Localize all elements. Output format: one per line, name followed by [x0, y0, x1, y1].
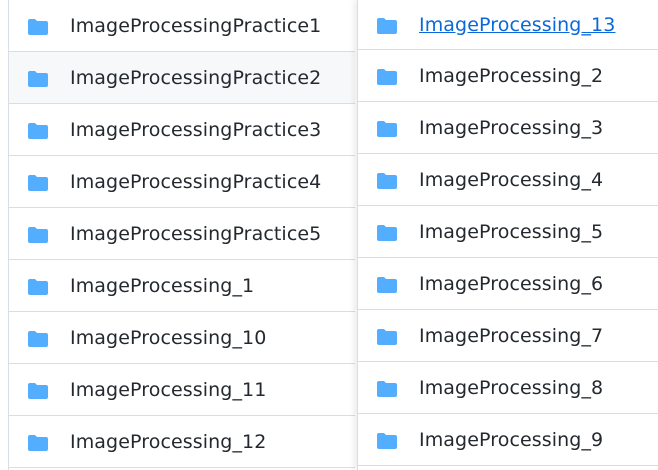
folder-link[interactable]: ImageProcessing_12: [70, 431, 266, 453]
list-item[interactable]: ImageProcessing_12: [9, 416, 355, 468]
folder-icon: [377, 380, 397, 397]
list-item[interactable]: ImageProcessing_11: [9, 364, 355, 416]
folder-icon: [377, 224, 397, 241]
list-item[interactable]: ImageProcessing_6: [358, 258, 658, 310]
list-item[interactable]: ImageProcessing_1: [9, 260, 355, 312]
folder-link[interactable]: ImageProcessing_10: [70, 327, 266, 349]
list-item[interactable]: ImageProcessing_10: [9, 312, 355, 364]
folder-icon: [28, 434, 48, 451]
folder-icon: [377, 68, 397, 85]
folder-link[interactable]: ImageProcessing_4: [419, 169, 603, 191]
folder-icon: [28, 226, 48, 243]
right-file-list: ImageProcessing_13 ImageProcessing_2 Ima…: [357, 0, 658, 470]
folder-link[interactable]: ImageProcessing_9: [419, 429, 603, 451]
left-file-list: ImageProcessingPractice1 ImageProcessing…: [8, 0, 355, 470]
folder-icon: [377, 328, 397, 345]
folder-icon: [28, 174, 48, 191]
folder-link[interactable]: ImageProcessingPractice2: [70, 67, 321, 89]
folder-icon: [28, 122, 48, 139]
folder-icon: [28, 382, 48, 399]
list-item[interactable]: ImageProcessing_8: [358, 362, 658, 414]
list-item[interactable]: ImageProcessingPractice4: [9, 156, 355, 208]
folder-link[interactable]: ImageProcessing_13: [419, 14, 615, 36]
list-item[interactable]: ImageProcessing_7: [358, 310, 658, 362]
list-item[interactable]: ImageProcessing_4: [358, 154, 658, 206]
list-item[interactable]: ImageProcessingPractice1: [9, 0, 355, 52]
list-item[interactable]: ImageProcessing_3: [358, 102, 658, 154]
folder-link[interactable]: ImageProcessing_7: [419, 325, 603, 347]
list-item[interactable]: ImageProcessing_5: [358, 206, 658, 258]
folder-icon: [28, 18, 48, 35]
folder-link[interactable]: ImageProcessing_3: [419, 117, 603, 139]
folder-link[interactable]: ImageProcessingPractice3: [70, 119, 321, 141]
list-item[interactable]: ImageProcessing_2: [358, 50, 658, 102]
folder-link[interactable]: ImageProcessingPractice4: [70, 171, 321, 193]
folder-link[interactable]: ImageProcessing_2: [419, 65, 603, 87]
folder-link[interactable]: ImageProcessing_6: [419, 273, 603, 295]
folder-link[interactable]: ImageProcessingPractice1: [70, 15, 321, 37]
folder-icon: [377, 432, 397, 449]
folder-link[interactable]: ImageProcessingPractice5: [70, 223, 321, 245]
folder-link[interactable]: ImageProcessing_11: [70, 379, 266, 401]
list-item[interactable]: ImageProcessing_9: [358, 414, 658, 466]
folder-icon: [377, 17, 397, 34]
folder-icon: [28, 330, 48, 347]
folder-link[interactable]: ImageProcessing_5: [419, 221, 603, 243]
list-item[interactable]: ImageProcessing_13: [358, 0, 658, 50]
folder-icon: [377, 276, 397, 293]
folder-icon: [377, 120, 397, 137]
folder-link[interactable]: ImageProcessing_8: [419, 377, 603, 399]
list-item[interactable]: ImageProcessingPractice3: [9, 104, 355, 156]
folder-icon: [377, 172, 397, 189]
folder-link[interactable]: ImageProcessing_1: [70, 275, 254, 297]
list-item[interactable]: ImageProcessingPractice2: [9, 52, 355, 104]
list-item[interactable]: ImageProcessingPractice5: [9, 208, 355, 260]
folder-icon: [28, 278, 48, 295]
folder-icon: [28, 70, 48, 87]
